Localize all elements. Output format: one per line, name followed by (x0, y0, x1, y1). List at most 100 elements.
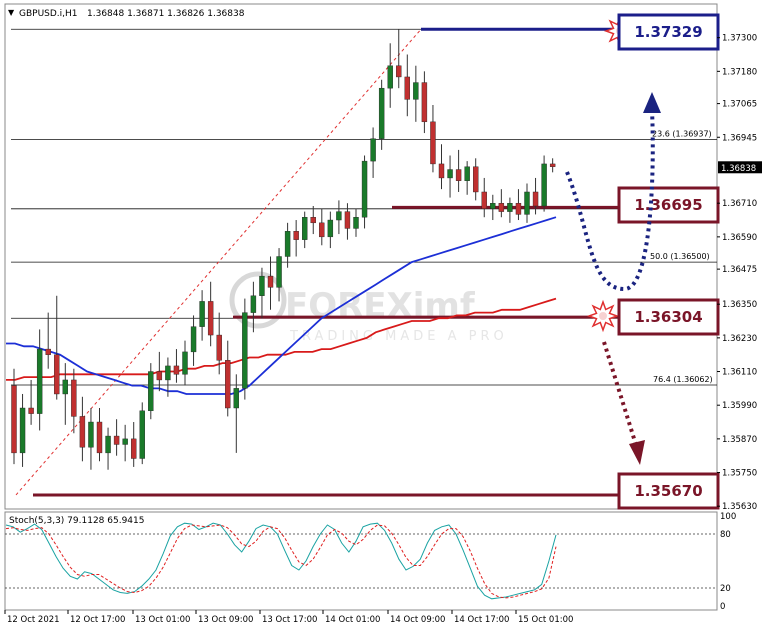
symbol-dropdown-icon[interactable]: ▼ (8, 8, 15, 17)
candle-body-bull (122, 438, 128, 445)
candle-body-bear (498, 202, 505, 212)
price-tick-label: 1.37180 (722, 67, 757, 77)
candle-body-bull (387, 65, 393, 89)
candle-body-bull (353, 217, 359, 229)
stoch-indicator-label: Stoch(5,3,3) 79.1128 65.9415 (9, 516, 144, 526)
price-tick-label: 1.35990 (722, 401, 757, 411)
candle-body-bull (507, 202, 513, 212)
chart-canvas[interactable]: FOREXimf TRADING MADE A PRO 23.6 (1.36937… (0, 0, 763, 632)
watermark-tagline: TRADING MADE A PRO (289, 329, 508, 344)
time-tick-label: 12 Oct 2021 (7, 615, 60, 625)
price-tick-label: 1.36710 (722, 199, 757, 209)
candle-body-bear (130, 438, 137, 459)
candle-body-bear (267, 275, 274, 288)
candle-body-bear (45, 348, 51, 355)
candle-body-bear (28, 407, 34, 414)
price-tick-label: 1.36230 (722, 334, 757, 344)
time-tick-label: 14 Oct 09:00 (390, 615, 445, 625)
price-tick-label: 1.36110 (722, 368, 757, 378)
time-tick-label: 13 Oct 09:00 (198, 615, 253, 625)
candle-body-bull (250, 295, 257, 313)
candle-body-bull (464, 166, 470, 181)
time-tick-label: 12 Oct 17:00 (70, 615, 125, 625)
candle-body-bull (259, 275, 265, 296)
current-price-label: 1.36838 (721, 164, 756, 174)
candle-body-bear (207, 301, 214, 336)
time-tick-label: 14 Oct 17:00 (454, 615, 509, 625)
burst-core (599, 312, 607, 320)
candle-body-bull (413, 82, 419, 100)
candle (541, 155, 547, 212)
trading-chart-window: FOREXimf TRADING MADE A PRO 23.6 (1.36937… (0, 0, 763, 632)
time-tick-label: 13 Oct 01:00 (135, 615, 190, 625)
price-tick-label: 1.36945 (722, 133, 757, 143)
candle-body-bear (344, 211, 351, 229)
candle-body-bull (105, 435, 111, 454)
candle-body-bull (19, 407, 26, 454)
candle-body-bull (302, 217, 308, 240)
price-tick-label: 1.36475 (722, 265, 757, 275)
candle-body-bear (54, 354, 60, 395)
stoch-tick-label: 0 (720, 602, 725, 612)
candle-body-bull (199, 301, 205, 327)
candle-body-bull (378, 87, 385, 139)
candle-body-bear (79, 416, 86, 448)
fib-level-label: 23.6 (1.36937) (652, 130, 712, 139)
candle-body-bear (515, 202, 522, 215)
candle-body-bull (242, 312, 248, 389)
watermark-logo: FOREXimf (285, 286, 476, 326)
stoch-tick-label: 80 (720, 530, 731, 540)
candle-body-bull (327, 219, 334, 238)
candle-body-bull (361, 160, 368, 218)
price-tick-label: 1.35870 (722, 435, 757, 445)
stoch-tick-label: 100 (720, 512, 736, 522)
candle-body-bear (225, 360, 231, 409)
candle (148, 363, 154, 420)
candle-body-bull (190, 326, 197, 353)
candle-body-bear (455, 169, 462, 181)
candle-body-bull (148, 371, 154, 412)
price-tick-label: 1.35630 (722, 502, 757, 512)
candle-body-bull (490, 202, 496, 210)
candle-body-bear (71, 379, 77, 417)
candle-body-bull (233, 388, 240, 409)
fib-level-label: 76.4 (1.36062) (653, 375, 713, 384)
price-tick-label: 1.37065 (722, 100, 757, 110)
candle-body-bear (396, 65, 402, 78)
stoch-tick-label: 20 (720, 584, 731, 594)
candle-body-bull (336, 211, 342, 221)
candle-body-bull (182, 351, 188, 375)
candle-body-bull (541, 163, 547, 207)
price-tick-label: 1.36590 (722, 233, 757, 243)
fib-level-label: 50.0 (1.36500) (650, 252, 710, 261)
level-box-1.35670-label: 1.35670 (634, 482, 702, 500)
candle-body-bear (421, 82, 428, 123)
candle-body-bull (370, 138, 376, 162)
candle-body-bear (319, 222, 325, 238)
candle-body-bull (276, 256, 282, 288)
time-tick-label: 13 Oct 17:00 (262, 615, 317, 625)
candle-body-bull (139, 410, 145, 459)
time-tick-label: 15 Oct 01:00 (518, 615, 573, 625)
candle-body-bull (88, 421, 94, 448)
candle-body-bear (216, 334, 222, 361)
candle-body-bear (173, 365, 180, 375)
candle-body-bear (293, 231, 299, 240)
candle-body-bull (36, 348, 43, 414)
candle-body-bull (447, 169, 453, 179)
price-tick-label: 1.35750 (722, 469, 757, 479)
level-box-1.36695-label: 1.36695 (634, 196, 702, 214)
candle-body-bull (524, 191, 530, 215)
candle-body-bear (156, 371, 163, 381)
level-box-1.37329-label: 1.37329 (634, 23, 702, 41)
candle-body-bear (532, 191, 539, 207)
candle-body-bull (62, 379, 68, 395)
level-box-1.36304-label: 1.36304 (634, 308, 702, 326)
candle-body-bear (11, 385, 17, 454)
price-tick-label: 1.36350 (722, 300, 757, 310)
price-tick-label: 1.37300 (722, 34, 757, 44)
candle-body-bear (113, 435, 120, 445)
candle (139, 402, 145, 465)
candle-body-bear (438, 163, 445, 179)
candle-body-bear (96, 421, 103, 454)
